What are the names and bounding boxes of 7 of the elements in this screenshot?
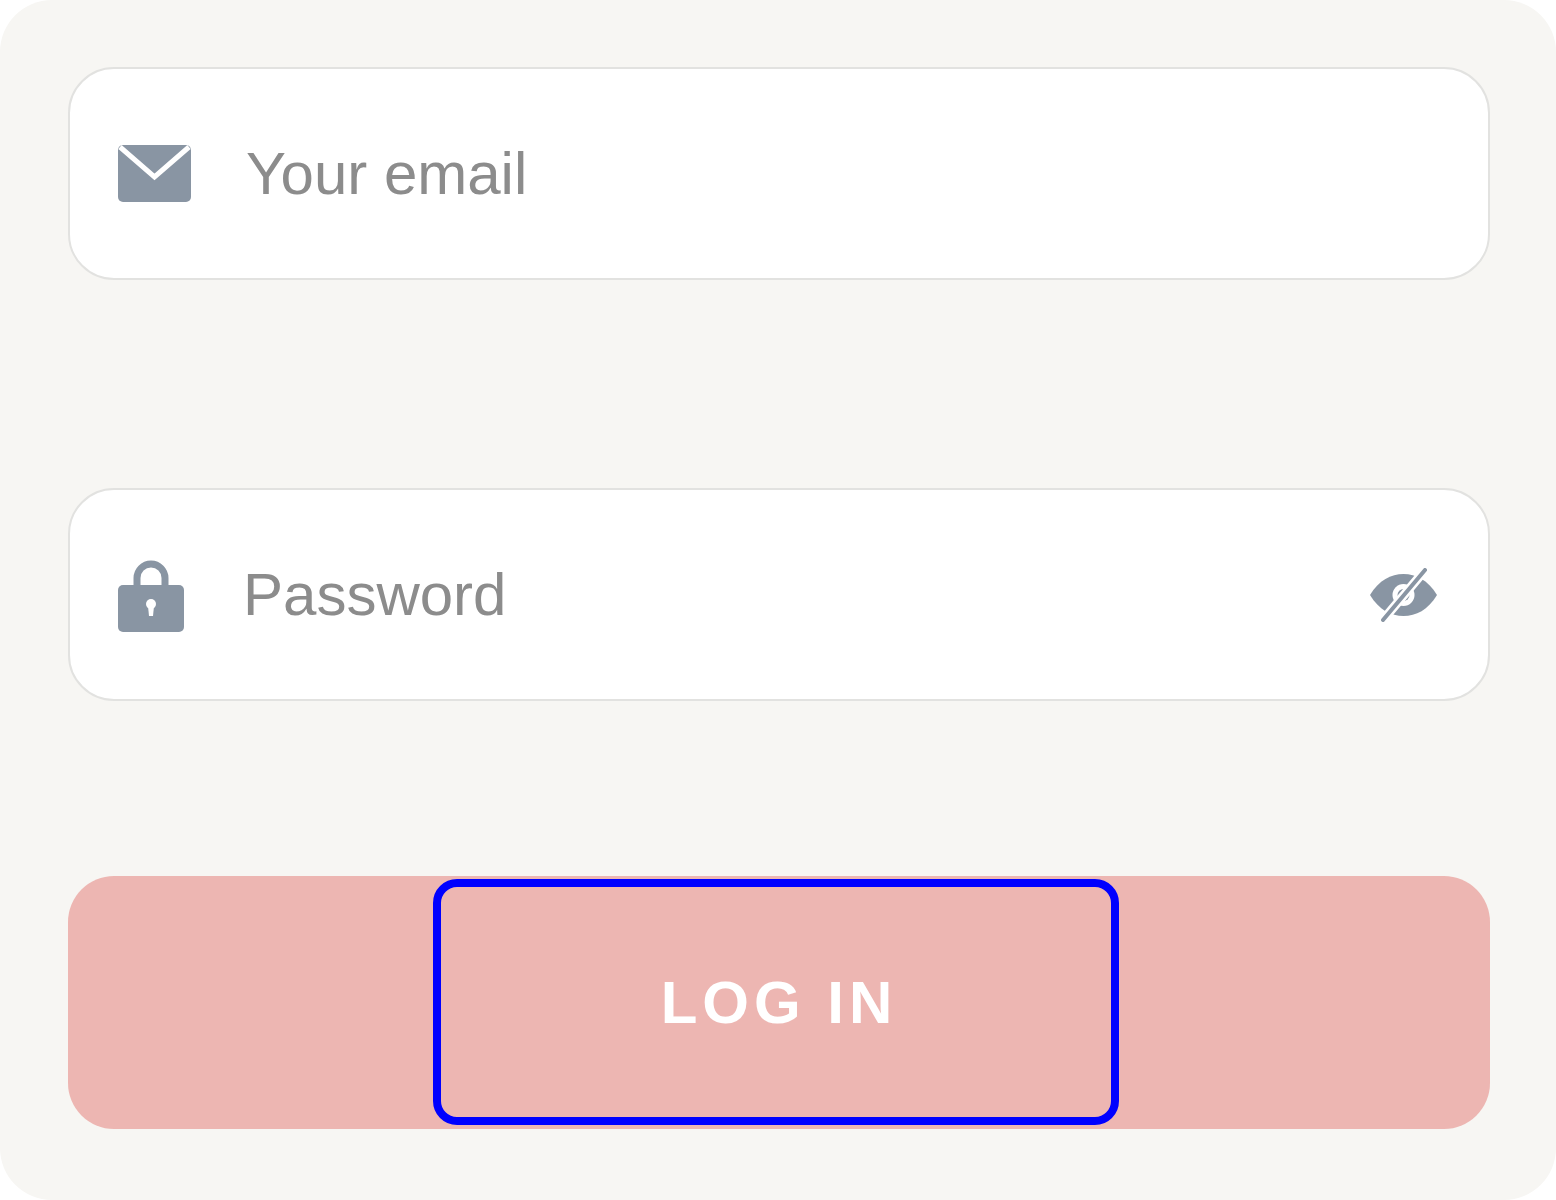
- eye-slash-icon[interactable]: [1369, 567, 1438, 622]
- email-input[interactable]: Your email: [246, 139, 1438, 208]
- password-field[interactable]: Password: [68, 488, 1490, 701]
- login-button[interactable]: LOG IN: [68, 876, 1490, 1129]
- email-field[interactable]: Your email: [68, 67, 1490, 280]
- mail-icon: [118, 145, 191, 202]
- password-input[interactable]: Password: [243, 560, 1369, 629]
